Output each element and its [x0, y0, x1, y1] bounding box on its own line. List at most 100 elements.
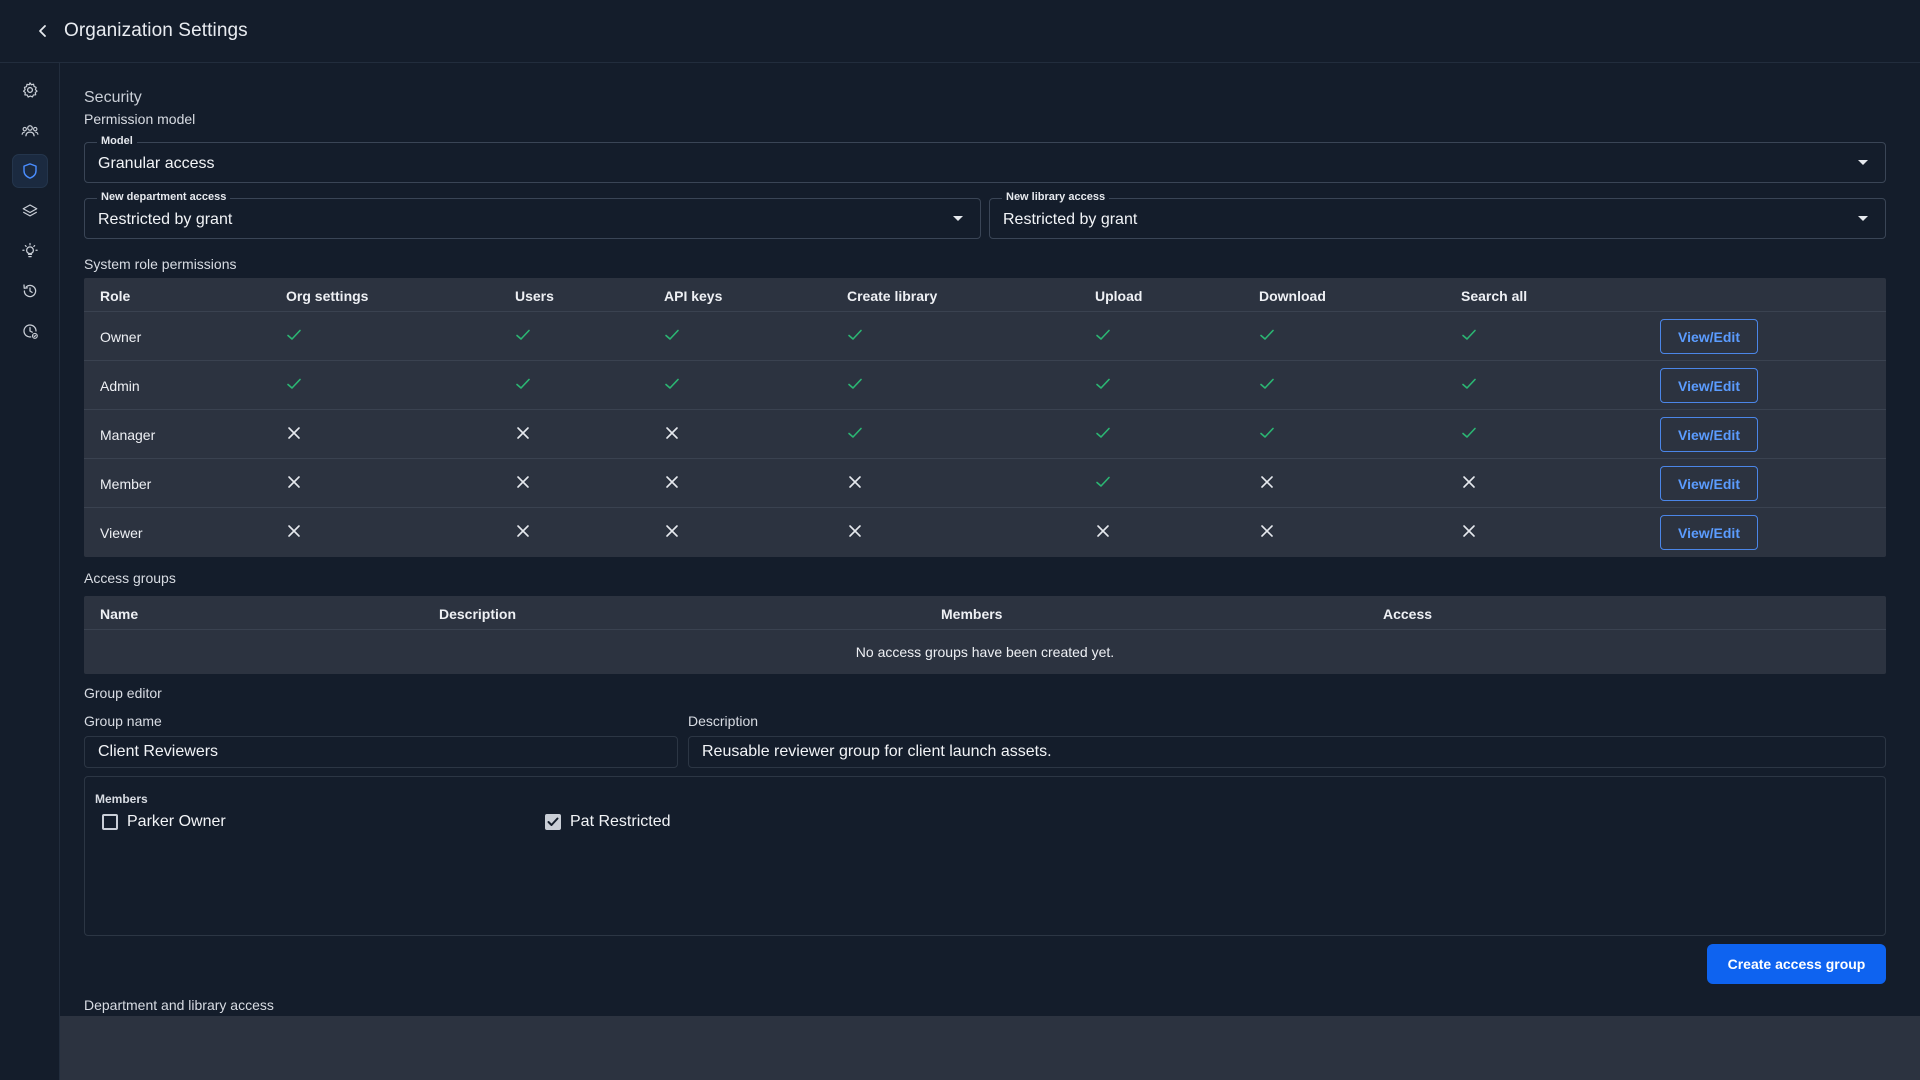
check-icon [665, 329, 679, 340]
model-select-label: Model [97, 135, 137, 147]
cross-icon [1097, 525, 1109, 537]
check-icon [516, 329, 530, 340]
check-icon [287, 329, 301, 340]
column-header: Access [1383, 606, 1433, 622]
check-icon [1462, 427, 1476, 438]
role-name: Viewer [100, 525, 143, 541]
caret-down-icon [1858, 160, 1868, 165]
member-checkbox-parker-owner[interactable]: Parker Owner [102, 813, 226, 831]
view-edit-button[interactable]: View/Edit [1660, 466, 1758, 501]
sidebar-item-security[interactable] [12, 154, 48, 188]
group-name-label: Group name [84, 713, 162, 729]
member-name: Parker Owner [127, 813, 226, 830]
cross-icon [666, 525, 678, 537]
table-row: Owner View/Edit [84, 312, 1886, 361]
system-role-permissions-heading: System role permissions [84, 256, 237, 272]
check-icon [516, 378, 530, 389]
column-header: Search all [1461, 288, 1528, 304]
view-edit-button[interactable]: View/Edit [1660, 319, 1758, 354]
role-name: Owner [100, 329, 142, 345]
column-header: Members [941, 606, 1003, 622]
group-name-input[interactable]: Client Reviewers [84, 736, 678, 768]
column-header: Role [100, 288, 131, 304]
column-header: Download [1259, 288, 1326, 304]
cross-icon [517, 476, 529, 488]
section-title-security: Security [84, 89, 142, 106]
column-header: Name [100, 606, 139, 622]
checkbox[interactable] [545, 814, 561, 830]
members-panel: Members Parker Owner Pat Restricted [84, 776, 1886, 936]
role-name: Member [100, 476, 152, 492]
checkmark-icon [547, 817, 559, 826]
empty-state-text: No access groups have been created yet. [855, 644, 1115, 660]
check-icon [1260, 378, 1274, 389]
sidebar-item-libraries[interactable] [12, 194, 48, 228]
role-name: Manager [100, 427, 156, 443]
check-icon [1260, 329, 1274, 340]
table-row: Manager View/Edit [84, 410, 1886, 459]
sidebar-item-settings[interactable] [12, 73, 48, 107]
check-icon [1096, 476, 1110, 487]
cross-icon [849, 525, 861, 537]
cross-icon [666, 476, 678, 488]
column-header: API keys [664, 288, 723, 304]
lightbulb-icon [22, 242, 38, 258]
new-department-access-select[interactable]: New department access Restricted by gran… [84, 191, 981, 239]
check-icon [1462, 378, 1476, 389]
model-select-value: Granular access [98, 155, 215, 172]
cross-icon [517, 525, 529, 537]
sidebar-item-users[interactable] [12, 114, 48, 148]
cross-icon [849, 476, 861, 488]
department-library-access-panel [60, 1016, 1920, 1080]
check-icon [1462, 329, 1476, 340]
cross-icon [1261, 525, 1273, 537]
users-icon [21, 125, 39, 137]
column-header: Org settings [286, 288, 369, 304]
page-title: Organization Settings [64, 20, 248, 41]
check-icon [287, 378, 301, 389]
sidebar-item-activity[interactable] [12, 314, 48, 348]
column-header: Create library [847, 288, 938, 304]
member-name: Pat Restricted [570, 813, 671, 830]
top-bar: Organization Settings [0, 0, 1920, 63]
cross-icon [666, 427, 678, 439]
view-edit-button[interactable]: View/Edit [1660, 368, 1758, 403]
history-icon [23, 284, 37, 298]
role-name: Admin [100, 378, 140, 394]
cross-icon [288, 525, 300, 537]
new-library-access-label: New library access [1002, 191, 1110, 203]
new-library-access-select[interactable]: New library access Restricted by grant [989, 191, 1886, 239]
column-header: Description [439, 606, 517, 622]
new-department-access-value: Restricted by grant [98, 211, 233, 228]
member-checkbox-pat-restricted[interactable]: Pat Restricted [545, 813, 670, 831]
clock-badge-icon [23, 324, 38, 339]
check-icon [1260, 427, 1274, 438]
caret-down-icon [1858, 216, 1868, 221]
checkbox[interactable] [102, 814, 118, 830]
department-library-access-heading: Department and library access [84, 997, 274, 1013]
members-label: Members [95, 792, 148, 806]
caret-down-icon [953, 216, 963, 221]
back-button[interactable] [29, 17, 57, 45]
sidebar-item-insights[interactable] [12, 234, 48, 268]
permission-model-heading: Permission model [84, 111, 196, 127]
view-edit-button[interactable]: View/Edit [1660, 515, 1758, 550]
model-select[interactable]: Model Granular access [84, 135, 1886, 183]
gear-icon [22, 82, 38, 98]
layers-icon [22, 204, 38, 217]
sidebar-item-history[interactable] [12, 274, 48, 308]
table-row: Member View/Edit [84, 459, 1886, 508]
access-groups-heading: Access groups [84, 570, 176, 586]
description-input[interactable]: Reusable reviewer group for client launc… [688, 736, 1886, 768]
group-editor-heading: Group editor [84, 685, 162, 701]
create-access-group-button[interactable]: Create access group [1707, 944, 1886, 984]
cross-icon [1463, 525, 1475, 537]
view-edit-button[interactable]: View/Edit [1660, 417, 1758, 452]
cross-icon [288, 427, 300, 439]
check-icon [1096, 378, 1110, 389]
table-header: Name Description Members Access [84, 596, 1886, 630]
cross-icon [1463, 476, 1475, 488]
shield-icon [23, 163, 37, 179]
access-groups-table: Name Description Members Access No acces… [84, 596, 1886, 674]
check-icon [1096, 427, 1110, 438]
